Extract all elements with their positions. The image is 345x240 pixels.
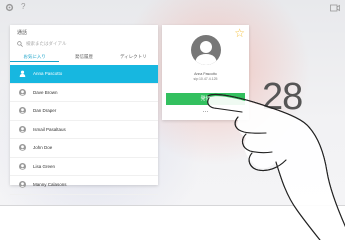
person-icon — [19, 70, 26, 78]
person-icon — [19, 88, 26, 96]
contact-name: Anna Pascotto — [33, 71, 63, 77]
contact-row[interactable]: Dave Brown — [10, 84, 158, 102]
contact-row[interactable]: Ismail Pasaltaus — [10, 121, 158, 139]
contact-row[interactable]: Manny Calasons — [10, 176, 158, 195]
more-options-button[interactable]: ... — [162, 107, 249, 115]
person-icon — [19, 144, 26, 152]
person-icon — [19, 107, 26, 115]
panel-title: 通話 — [17, 30, 28, 36]
person-icon — [19, 125, 26, 133]
person-icon — [19, 181, 26, 189]
search-field[interactable]: 検索またはダイアル — [17, 41, 66, 47]
call-panel: 通話 検索またはダイアル お気に入り 発信履歴 ディレクトリ Anna Pasc… — [10, 25, 158, 195]
contact-row-selected[interactable]: Anna Pascotto — [10, 65, 158, 84]
camera-icon[interactable] — [330, 4, 340, 12]
search-placeholder: 検索またはダイアル — [26, 41, 67, 46]
avatar — [191, 35, 221, 65]
star-icon[interactable]: ☆ — [234, 27, 245, 39]
contact-row[interactable]: Dan Draper — [10, 102, 158, 121]
contact-name: John Doe — [33, 145, 53, 151]
tab-favorites[interactable]: お気に入り — [10, 52, 60, 62]
person-icon — [195, 41, 217, 65]
tabs: お気に入り 発信履歴 ディレクトリ — [10, 52, 158, 62]
contact-list: Anna Pascotto Dave Brown Dan Draper Isma… — [10, 65, 158, 195]
person-icon — [19, 162, 26, 170]
contact-row[interactable]: John Doe — [10, 139, 158, 158]
contact-card-address: sip:10.47.4.125 — [193, 77, 218, 81]
contact-name: Dan Draper — [33, 108, 57, 114]
contact-row[interactable]: Lisa Green — [10, 158, 158, 176]
contact-card: ☆ Anna Pascotto sip:10.47.4.125 発信 ... — [162, 25, 249, 120]
tab-recents[interactable]: 発信履歴 — [59, 52, 108, 62]
gear-icon[interactable] — [5, 3, 14, 12]
contact-name: Lisa Green — [33, 163, 56, 169]
contact-name: Manny Calasons — [33, 182, 67, 188]
tab-directory[interactable]: ディレクトリ — [109, 52, 158, 62]
contact-name: Ismail Pasaltaus — [33, 126, 66, 132]
help-icon[interactable]: ? — [21, 2, 25, 11]
call-button[interactable]: 発信 — [166, 93, 245, 105]
endpoint-screen: ? 通話 検索またはダイアル お気に入り 発信履歴 ディレクトリ Anna Pa… — [0, 0, 345, 206]
contact-name: Dave Brown — [33, 89, 58, 95]
clock-minutes: 28 — [262, 76, 303, 118]
search-icon — [17, 41, 23, 47]
top-bar: ? — [0, 0, 345, 18]
contact-card-name: Anna Pascotto — [194, 72, 217, 76]
